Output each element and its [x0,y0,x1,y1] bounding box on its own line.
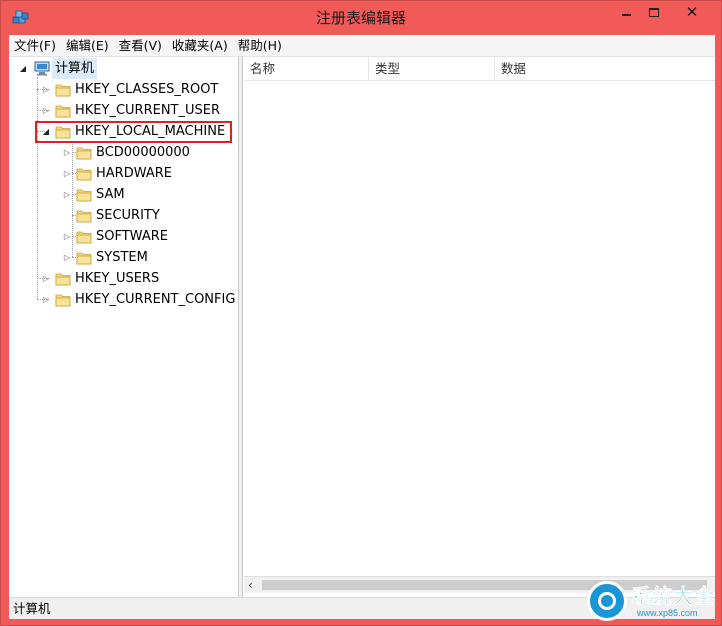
collapsed-arrow-icon[interactable]: ▷ [41,289,51,310]
minimize-icon [622,14,631,16]
tree-item-computer[interactable]: ◢ 计算机 [9,58,238,79]
tree-item-label: SOFTWARE [96,229,168,244]
collapsed-arrow-icon[interactable]: ▷ [62,226,72,247]
tree-item-label: HKEY_CLASSES_ROOT [75,82,219,97]
collapsed-arrow-icon[interactable]: ▷ [62,163,72,184]
folder-icon [55,84,71,97]
menu-file[interactable]: 文件(F) [9,35,61,57]
tree-item-label: SECURITY [96,208,160,223]
menu-view[interactable]: 查看(V) [114,35,167,57]
title-bar[interactable]: 注册表编辑器 ✕ [1,1,721,35]
close-button[interactable]: ✕ [669,1,715,25]
minimize-button[interactable] [613,1,639,25]
tree-item-bcd00000000[interactable]: ▷ BCD00000000 [9,142,238,163]
tree-item-label: 计算机 [52,58,98,79]
folder-icon [55,105,71,118]
close-icon: ✕ [685,3,699,21]
menu-favorites[interactable]: 收藏夹(A) [167,35,233,57]
maximize-button[interactable] [641,1,667,25]
folder-icon [76,210,92,223]
computer-icon [34,61,50,76]
folder-icon [55,273,71,286]
folder-icon [76,231,92,244]
collapsed-arrow-icon[interactable]: ▷ [62,247,72,268]
registry-editor-window: 注册表编辑器 ✕ 文件(F) 编辑(E) 查看(V) 收藏夹(A) 帮助(H) [0,0,722,626]
collapsed-arrow-icon[interactable]: ▷ [41,268,51,289]
watermark-url: www.xp85.com [637,608,698,618]
collapsed-arrow-icon[interactable]: ▷ [62,142,72,163]
column-header-name[interactable]: 名称 [244,57,369,81]
watermark-logo-icon [587,581,627,621]
tree-item-label: HKEY_CURRENT_CONFIG [75,292,236,307]
collapsed-arrow-icon[interactable]: ▷ [41,79,51,100]
values-list[interactable]: 名称 类型 数据 [244,57,715,597]
status-path: 计算机 [13,601,51,616]
menu-edit[interactable]: 编辑(E) [61,35,114,57]
folder-icon [76,147,92,160]
folder-icon [55,294,71,307]
tree-item-label: SYSTEM [96,250,148,265]
menu-bar: 文件(F) 编辑(E) 查看(V) 收藏夹(A) 帮助(H) [9,35,715,57]
tree-item-label: BCD00000000 [96,145,190,160]
highlight-annotation-box [35,121,232,143]
column-header-data[interactable]: 数据 [495,57,715,81]
tree-item-software[interactable]: ▷ SOFTWARE [9,226,238,247]
list-header: 名称 类型 数据 [244,57,715,81]
tree-item-hkey-current-config[interactable]: ▷ HKEY_CURRENT_CONFIG [9,289,238,310]
expanded-arrow-icon[interactable]: ◢ [18,58,28,79]
folder-icon [76,168,92,181]
collapsed-arrow-icon[interactable]: ▷ [62,184,72,205]
menu-help[interactable]: 帮助(H) [233,35,287,57]
tree-item-label: HKEY_CURRENT_USER [75,103,221,118]
collapsed-arrow-icon[interactable]: ▷ [41,100,51,121]
folder-icon [76,189,92,202]
watermark-brand: 系统大全 [631,584,715,609]
column-header-type[interactable]: 类型 [369,57,495,81]
tree-item-hardware[interactable]: ▷ HARDWARE [9,163,238,184]
folder-icon [76,252,92,265]
tree-item-security[interactable]: SECURITY [9,205,238,226]
pane-splitter[interactable] [239,57,243,597]
tree-item-system[interactable]: ▷ SYSTEM [9,247,238,268]
tree-item-hkey-users[interactable]: ▷ HKEY_USERS [9,268,238,289]
client-area: ◢ 计算机 ▷ HKEY_CLASSES_ROOT ▷ HKEY_CURRENT… [9,57,715,597]
maximize-icon [649,8,659,17]
tree-item-label: HARDWARE [96,166,172,181]
tree-item-label: HKEY_USERS [75,271,160,286]
tree-item-sam[interactable]: ▷ SAM [9,184,238,205]
tree-item-hkey-current-user[interactable]: ▷ HKEY_CURRENT_USER [9,100,238,121]
tree-item-hkey-classes-root[interactable]: ▷ HKEY_CLASSES_ROOT [9,79,238,100]
scroll-left-icon[interactable]: ‹ [248,577,258,594]
watermark-logo: 系统大全 www.xp85.com [587,579,719,623]
registry-tree[interactable]: ◢ 计算机 ▷ HKEY_CLASSES_ROOT ▷ HKEY_CURRENT… [9,57,239,597]
tree-item-label: SAM [96,187,125,202]
